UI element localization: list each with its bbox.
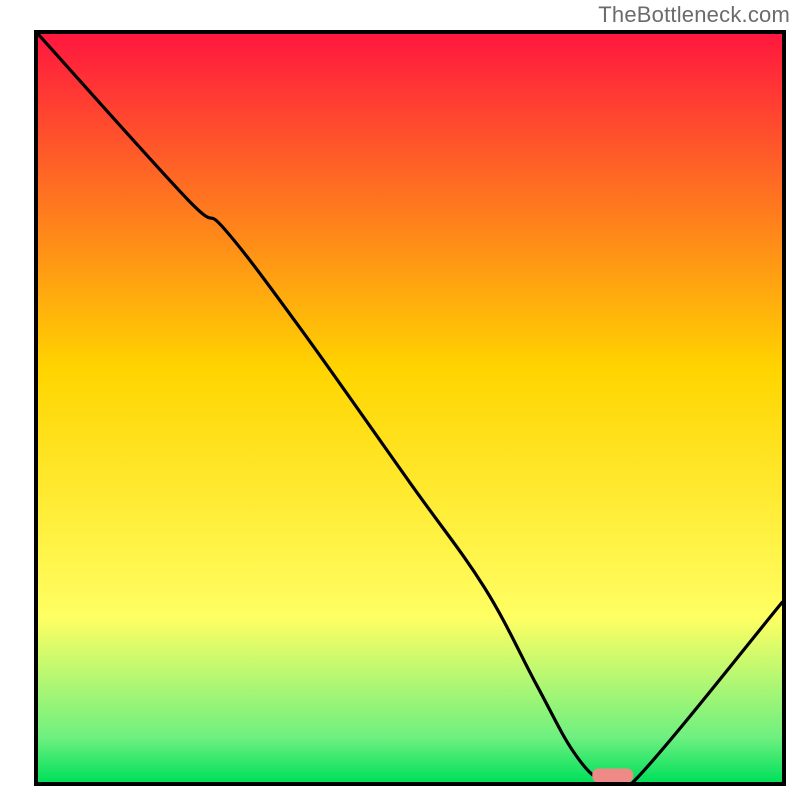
chart-frame: TheBottleneck.com [0, 0, 800, 800]
minimum-marker [592, 769, 633, 783]
chart-svg [38, 34, 782, 782]
gradient-background [38, 34, 782, 782]
watermark-text: TheBottleneck.com [598, 2, 790, 28]
chart-plot-area [34, 30, 786, 786]
